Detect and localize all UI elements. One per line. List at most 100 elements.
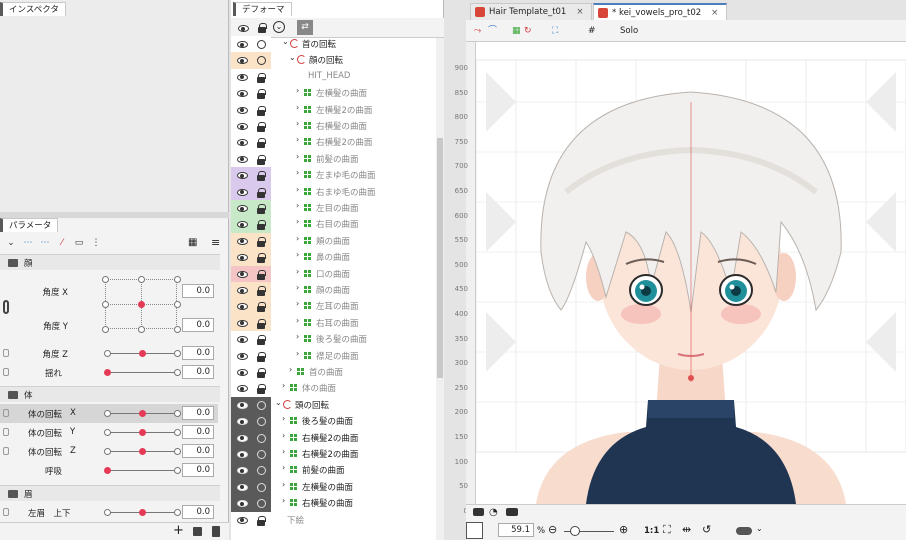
lock-icon[interactable] [3,447,9,455]
video-icon[interactable] [506,508,518,516]
lock-icon[interactable] [257,253,266,264]
close-icon[interactable]: × [576,7,583,17]
eye-icon[interactable] [237,57,248,65]
eye-icon[interactable] [237,172,248,180]
deformer-row[interactable]: ⌄ 顔の回転 [231,52,436,69]
param-value-field[interactable]: 0.0 [182,406,214,420]
fit-icon[interactable]: ⛶ [552,24,558,38]
ratio-button[interactable]: 1:1 [644,526,659,536]
eye-icon[interactable] [237,155,248,163]
slider-knob[interactable] [139,350,146,357]
lock-icon[interactable] [257,515,266,526]
eye-icon[interactable] [237,516,248,524]
key-dot[interactable] [138,276,145,283]
expand-chevron-icon[interactable]: › [296,135,299,144]
eye-icon[interactable] [238,25,249,32]
lock-icon[interactable] [257,351,266,362]
eye-icon[interactable] [237,90,248,98]
rotate-view-icon[interactable]: ↺ [702,523,711,536]
rotation-pivot-handle[interactable] [688,375,694,381]
parameters-tab[interactable]: パラメータ [0,218,59,232]
scroll-thumb[interactable] [437,138,443,378]
deformer-row[interactable]: › 右横髪の曲面 [231,495,436,512]
angle-xy-2d-control[interactable] [102,276,181,333]
unlock-circle-icon[interactable] [257,56,266,66]
lock-icon[interactable] [257,72,266,83]
unlock-circle-icon[interactable] [257,450,266,459]
expand-chevron-icon[interactable]: › [282,414,285,423]
key-dot[interactable] [102,301,109,308]
lock-icon[interactable] [257,220,266,231]
slider-key[interactable] [104,429,111,436]
key-dot[interactable] [174,326,181,333]
eye-icon[interactable] [237,287,248,294]
eye-icon[interactable] [237,254,248,262]
lock-icon[interactable] [3,428,9,436]
deformer-row[interactable]: › 後ろ髪の曲面 [231,413,436,430]
lock-icon[interactable] [257,335,266,346]
chevron-down-icon[interactable]: ⌄ [756,524,763,533]
deformer-row[interactable]: › 右横髪2の曲面 [231,429,436,446]
flip-horizontal-icon[interactable]: ⇹ [682,523,691,536]
tab-hair-template[interactable]: Hair Template_t01 × [470,3,593,20]
deformer-row[interactable]: › 前髪の曲面 [231,462,436,479]
expand-chevron-icon[interactable]: › [296,299,299,308]
deformer-row[interactable]: › 右耳の曲面 [231,314,436,332]
slider-key[interactable] [174,429,181,436]
slider-key[interactable] [104,448,111,455]
lock-icon[interactable] [3,508,9,516]
deformer-row[interactable]: › 左横髪2の曲面 [231,101,436,118]
deformer-row[interactable]: › 襟足の曲面 [231,347,436,364]
lock-icon[interactable] [257,122,266,132]
expand-chevron-icon[interactable]: › [282,431,285,440]
param-group-body[interactable]: 体 [0,386,220,402]
tab-kei-vowels[interactable]: * kei_vowels_pro_t02 × [593,3,728,20]
deformer-row[interactable]: › 左耳の曲面 [231,298,436,315]
slider-key[interactable] [174,467,181,474]
deformer-row[interactable]: › 口の曲面 [231,265,436,282]
unlock-circle-icon[interactable] [257,417,266,427]
expand-chevron-icon[interactable]: › [296,283,299,292]
slider-knob[interactable] [139,448,146,455]
solo-button[interactable]: Solo [620,24,638,38]
deformer-scrollbar[interactable] [436,38,444,540]
unlock-circle-icon[interactable] [257,466,266,476]
close-icon[interactable]: × [711,8,718,18]
delete-key-icon[interactable]: ⁄ [55,237,69,249]
eye-icon[interactable] [237,418,248,426]
eye-icon[interactable] [237,270,248,278]
expand-chevron-icon[interactable]: › [296,119,299,128]
expand-chevron-icon[interactable]: › [296,250,299,259]
param-value-field[interactable]: 0.0 [182,463,214,477]
expand-chevron-icon[interactable]: › [296,86,299,95]
eye-icon[interactable] [237,123,248,130]
eye-icon[interactable] [237,319,248,327]
swap-icon[interactable]: ⇄ [297,20,313,35]
unlock-circle-icon[interactable] [257,40,266,49]
deformer-row[interactable]: › 右横髪2の曲面 [231,134,436,151]
deformer-row[interactable]: › 右まゆ毛の曲面 [231,183,436,200]
eye-icon[interactable] [237,205,248,212]
slider-knob[interactable] [139,410,146,417]
eye-icon[interactable] [237,352,248,360]
key-table-icon[interactable]: ▭ [72,237,86,249]
slider-key[interactable] [174,509,181,516]
slider-key[interactable] [174,448,181,455]
grid-icon[interactable]: # [588,24,596,38]
expand-chevron-icon[interactable]: › [296,103,299,112]
slider-key[interactable] [104,410,111,417]
key-dot[interactable] [174,276,181,283]
slider-track[interactable] [108,372,178,373]
lock-icon[interactable] [257,171,266,182]
param-row-body-x[interactable]: 体の回転 X 0.0 [0,404,218,423]
eye-icon[interactable] [237,237,248,245]
param-row-left-brow[interactable]: 左眉 上下 0.0 [0,503,218,522]
deformer-row[interactable]: › 右横髪2の曲面 [231,446,436,463]
deformer-tab[interactable]: デフォーマ [233,2,292,16]
key-dot[interactable] [174,301,181,308]
deformer-row[interactable]: › 右横髪の曲面 [231,118,436,135]
lock-icon[interactable] [257,89,266,100]
unlock-circle-icon[interactable] [257,499,266,509]
eye-icon[interactable] [237,369,248,376]
lock-icon[interactable] [257,187,266,198]
